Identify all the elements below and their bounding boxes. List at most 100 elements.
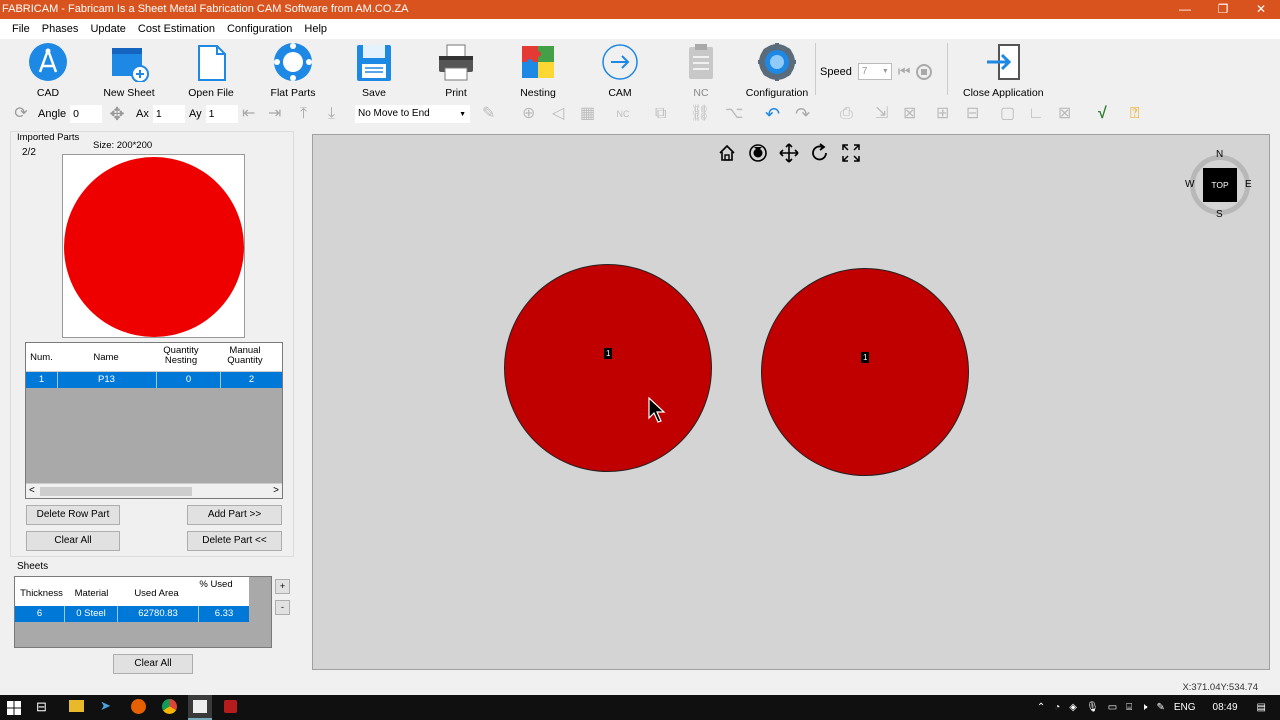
battery-icon[interactable]: ▭ [1108, 702, 1117, 713]
menu-configuration[interactable]: Configuration [221, 19, 298, 39]
undo-icon[interactable]: ↶ [765, 103, 787, 125]
add-part-button[interactable]: Add Part >> [187, 505, 282, 525]
new-sheet-button[interactable]: New Sheet [89, 42, 169, 99]
restore-button[interactable]: ❐ [1204, 0, 1242, 19]
menu-help[interactable]: Help [298, 19, 333, 39]
ay-input[interactable]: 1 [205, 105, 238, 123]
fit-view-icon[interactable] [841, 143, 861, 163]
horizontal-scrollbar[interactable]: < > [26, 483, 282, 498]
orbit-icon[interactable] [748, 143, 768, 163]
open-file-button[interactable]: Open File [171, 42, 251, 99]
fabricam-taskbar-icon[interactable] [188, 695, 212, 720]
notification-icon[interactable]: ▤ [1257, 702, 1266, 713]
cam-button[interactable]: CAM [580, 42, 660, 99]
print-small-icon[interactable]: ⎙ [840, 103, 862, 125]
move-down-icon[interactable]: ⤓ [328, 103, 350, 125]
minimize-button[interactable]: — [1166, 0, 1204, 19]
mirror-icon[interactable]: ◁ [552, 103, 574, 125]
cross-select-icon[interactable]: ⊠ [903, 103, 925, 125]
close-application-button[interactable]: Close Application [963, 42, 1044, 99]
menu-file[interactable]: File [0, 19, 36, 39]
flat-parts-button[interactable]: Flat Parts [253, 42, 333, 99]
header-thickness[interactable]: Thickness [15, 588, 68, 599]
save-button[interactable]: Save [334, 42, 414, 99]
steam-icon[interactable]: ➤ [100, 698, 111, 714]
align-icon[interactable]: ⊞ [936, 103, 958, 125]
language-indicator[interactable]: ENG [1174, 702, 1196, 713]
move-mode-select[interactable]: No Move to End ▼ [355, 104, 470, 124]
pan-icon[interactable] [779, 143, 799, 163]
app-taskbar-icon[interactable] [224, 700, 237, 713]
sheet-remove-button[interactable]: - [275, 600, 290, 615]
home-icon[interactable] [717, 143, 737, 163]
table-row[interactable]: 1 P13 0 2 [26, 372, 282, 388]
pencil-icon[interactable]: ✎ [482, 103, 504, 125]
nested-part-circle[interactable]: 1 [761, 268, 969, 476]
angle-input[interactable]: 0 [70, 105, 103, 123]
task-view-icon[interactable]: ⊟ [36, 699, 47, 715]
view-cube-compass[interactable]: TOP N S W E [1185, 149, 1252, 220]
compass-top-face[interactable]: TOP [1203, 168, 1237, 202]
delete-part-button[interactable]: Delete Part << [187, 531, 282, 551]
reflect-icon[interactable]: ⇲ [875, 103, 897, 125]
header-name[interactable]: Name [57, 352, 155, 363]
header-num[interactable]: Num. [26, 352, 57, 363]
configuration-button[interactable]: Configuration [737, 42, 817, 99]
scroll-thumb[interactable] [40, 487, 192, 496]
header-percent-used[interactable]: % Used [198, 580, 234, 590]
print-button[interactable]: Print [416, 42, 496, 99]
volume-icon[interactable]: 🕨 [1141, 702, 1147, 713]
close-window-button[interactable]: ✕ [1242, 0, 1280, 19]
nc-tool-icon[interactable]: NC [612, 103, 634, 125]
header-used-area[interactable]: Used Area [115, 588, 198, 599]
scroll-left-arrow[interactable]: < [29, 484, 35, 498]
delete-row-part-button[interactable]: Delete Row Part [26, 505, 120, 525]
ax-input[interactable]: 1 [152, 105, 185, 123]
firefox-icon[interactable] [131, 699, 146, 714]
scroll-right-arrow[interactable]: > [273, 484, 279, 498]
header-material[interactable]: Material [68, 588, 115, 599]
header-quantity-nesting[interactable]: Quantity Nesting [156, 346, 206, 366]
speed-select[interactable]: 7 ▼ [857, 63, 892, 80]
rotate-icon[interactable]: ⟳ [10, 103, 32, 125]
nesting-button[interactable]: Nesting [498, 42, 578, 99]
copy-icon[interactable]: ⧉ [655, 103, 677, 125]
move-up-icon[interactable]: ⤒ [300, 103, 322, 125]
sheets-clear-all-button[interactable]: Clear All [113, 654, 193, 674]
tray-app-icon[interactable]: ◔ [1054, 702, 1060, 713]
network-icon[interactable]: ⌸ [1126, 702, 1132, 713]
move-left-icon[interactable]: ⇤ [242, 103, 264, 125]
drawing-viewport[interactable]: TOP N S W E 1 1 [312, 134, 1270, 670]
clear-all-button[interactable]: Clear All [26, 531, 120, 551]
cad-button[interactable]: CAD [8, 42, 88, 99]
nc-button[interactable]: NC [661, 42, 741, 99]
table-row[interactable]: 6 0 Steel 62780.83 6.33 [15, 606, 249, 622]
header-manual-quantity[interactable]: Manual Quantity [208, 346, 282, 366]
array-icon[interactable]: ▦ [580, 103, 602, 125]
tray-shield-icon[interactable]: ◈ [1069, 702, 1077, 713]
menu-phases[interactable]: Phases [36, 19, 85, 39]
corner-icon[interactable]: ∟ [1028, 103, 1050, 125]
pen-icon[interactable]: ✎ [1156, 702, 1164, 713]
link-icon[interactable]: ⛓ [690, 103, 712, 125]
tree-icon[interactable]: ⌥ [725, 103, 747, 125]
windows-start-icon[interactable] [7, 701, 21, 715]
menu-update[interactable]: Update [84, 19, 131, 39]
distribute-icon[interactable]: ⊟ [966, 103, 988, 125]
redo-icon[interactable]: ↷ [795, 103, 817, 125]
rotate-view-icon[interactable] [810, 143, 830, 163]
help-sheet-icon[interactable]: ⍰ [1130, 103, 1152, 125]
sheet-add-button[interactable]: + [275, 579, 290, 594]
stop-icon[interactable] [916, 63, 933, 80]
nested-part-circle[interactable]: 1 [504, 264, 712, 472]
move-right-icon[interactable]: ⇥ [268, 103, 290, 125]
delete-box-icon[interactable]: ⊠ [1058, 103, 1080, 125]
frame-icon[interactable]: ▢ [1000, 103, 1022, 125]
file-explorer-icon[interactable] [69, 700, 84, 712]
chrome-icon[interactable] [162, 699, 177, 714]
speed-step-back-icon[interactable]: ⏮ [898, 63, 911, 80]
menu-cost-estimation[interactable]: Cost Estimation [132, 19, 221, 39]
check-icon[interactable]: √ [1098, 103, 1120, 125]
clock[interactable]: 08:49 [1213, 702, 1238, 713]
microphone-icon[interactable]: 🎙 [1086, 702, 1099, 713]
